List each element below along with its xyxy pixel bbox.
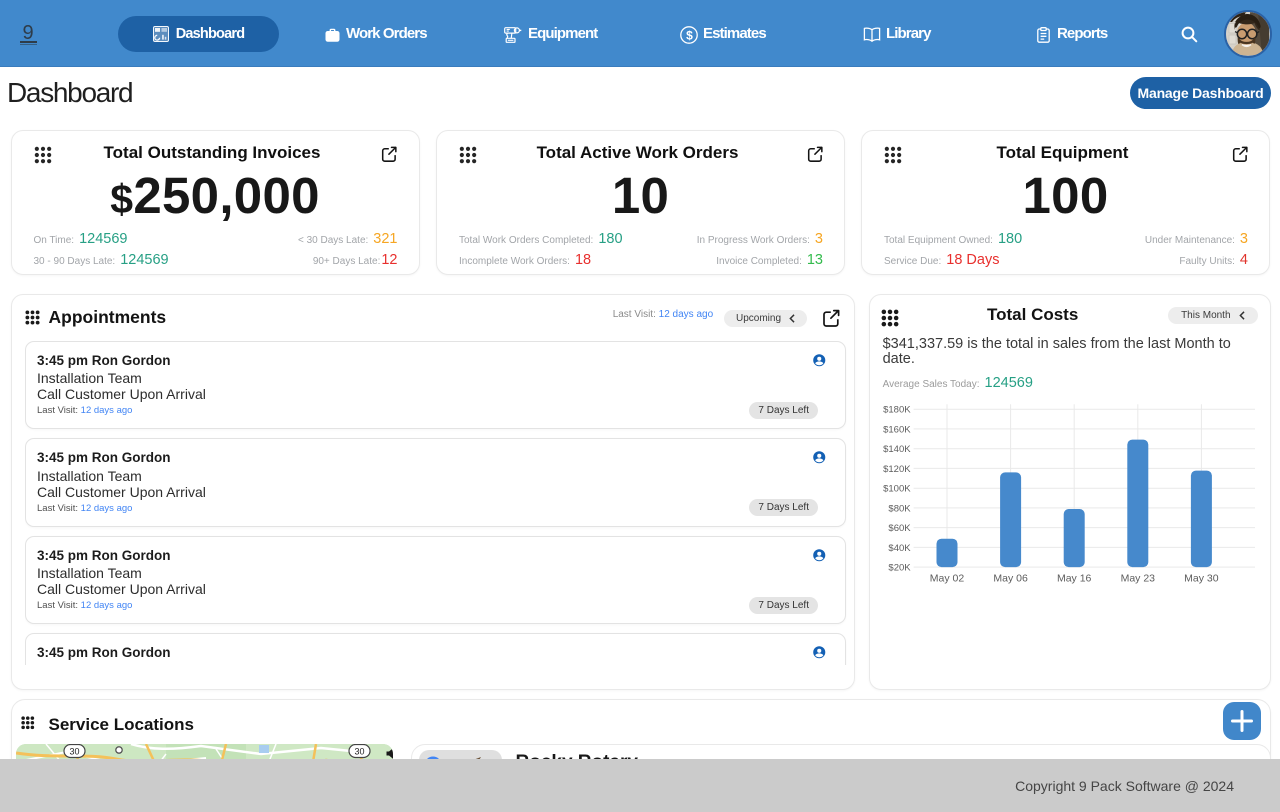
svg-text:$40K: $40K (888, 542, 911, 553)
svg-text:May 02: May 02 (930, 572, 965, 584)
svg-text:30: 30 (69, 746, 79, 756)
svg-text:May 06: May 06 (993, 572, 1028, 584)
svg-text:$120K: $120K (883, 463, 911, 474)
svg-text:May 23: May 23 (1121, 572, 1156, 584)
svg-text:$180K: $180K (883, 404, 911, 415)
svg-text:$80K: $80K (888, 503, 911, 514)
svg-text:$100K: $100K (883, 483, 911, 494)
svg-text:$140K: $140K (883, 444, 911, 455)
svg-text:$: $ (686, 28, 693, 42)
svg-text:30: 30 (354, 746, 364, 756)
svg-text:$60K: $60K (888, 523, 911, 534)
svg-text:$20K: $20K (888, 562, 911, 573)
svg-text:May 30: May 30 (1184, 572, 1219, 584)
svg-text:$160K: $160K (883, 424, 911, 435)
svg-text:May 16: May 16 (1057, 572, 1092, 584)
